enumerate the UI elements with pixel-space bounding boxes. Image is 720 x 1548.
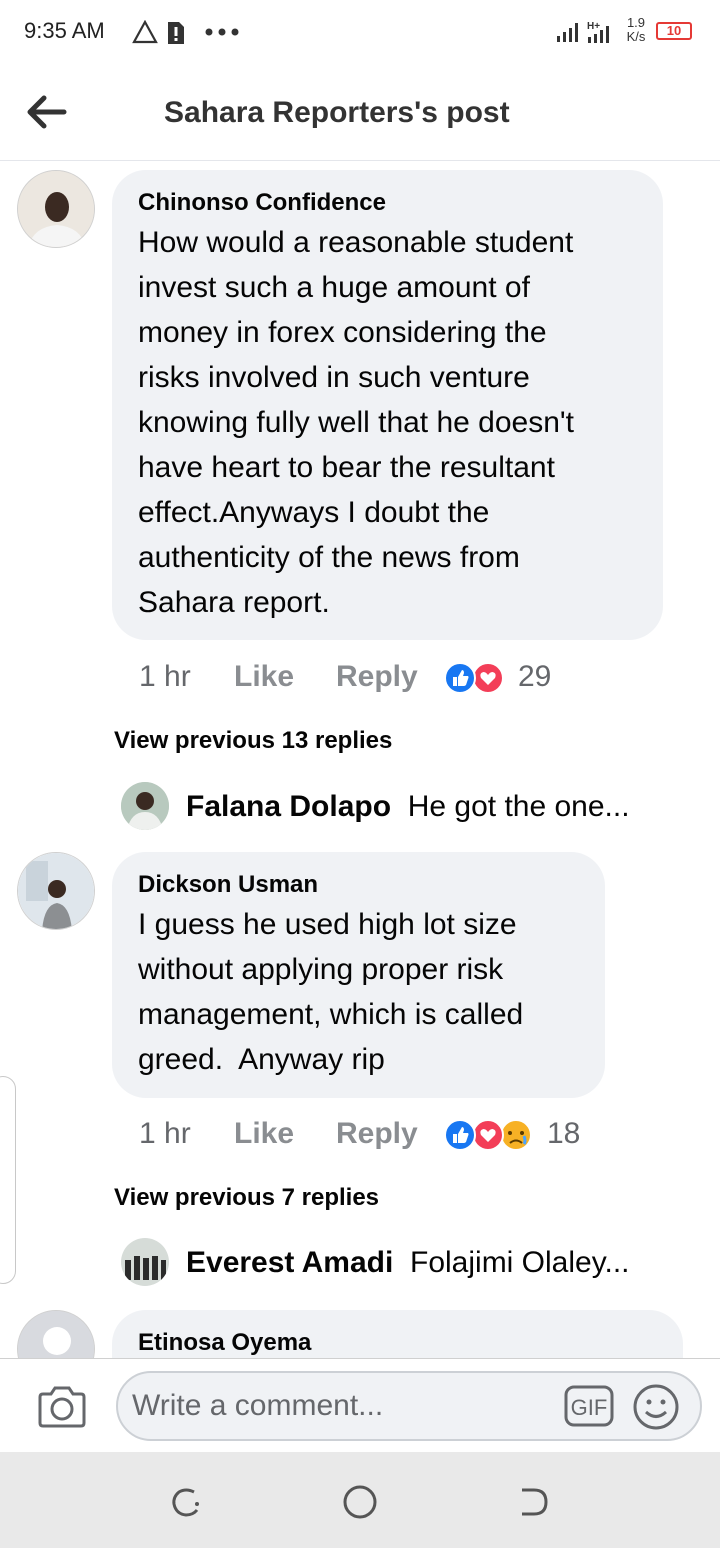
gif-icon: GIF [564, 1385, 614, 1427]
battery-icon: 10 [656, 22, 692, 40]
avatar[interactable] [17, 852, 95, 930]
page-title: Sahara Reporters's post [164, 96, 510, 129]
view-previous-replies[interactable]: View previous 7 replies [114, 1184, 379, 1212]
comment-input[interactable]: Write a comment... GIF [116, 1371, 702, 1441]
reaction-count[interactable]: 29 [518, 660, 551, 694]
comment-composer: Write a comment... GIF [0, 1358, 720, 1453]
back-nav-button[interactable] [514, 1482, 554, 1522]
like-button[interactable]: Like [234, 660, 294, 694]
warning-icon [132, 20, 158, 44]
camera-button[interactable] [36, 1385, 88, 1429]
status-bar: 9:35 AM H+ 1.9 K/s 10 [0, 0, 720, 64]
camera-icon [38, 1386, 86, 1428]
reply-preview[interactable]: Everest Amadi Folajimi Olaley... [186, 1246, 630, 1280]
profile-photo [121, 782, 169, 830]
system-nav-bar [0, 1452, 720, 1548]
comment-actions: 1 hr Like Reply 29 [0, 660, 720, 700]
reactions-icons[interactable] [442, 1117, 536, 1153]
signal-icon [557, 23, 578, 42]
gif-button[interactable]: GIF [564, 1385, 614, 1427]
comment-author[interactable]: Chinonso Confidence [138, 188, 637, 218]
comment-placeholder: Write a comment... [132, 1389, 384, 1422]
reply-author[interactable]: Falana Dolapo [186, 790, 391, 823]
more-dots-icon [205, 28, 239, 36]
view-previous-replies[interactable]: View previous 13 replies [114, 727, 392, 755]
reactions-icons[interactable] [442, 660, 506, 696]
avatar[interactable] [17, 170, 95, 248]
reply-preview[interactable]: Falana Dolapo He got the one... [186, 790, 630, 824]
profile-photo [121, 1238, 169, 1286]
reply-text: He got the one... [407, 790, 630, 823]
comment-time[interactable]: 1 hr [139, 660, 191, 694]
recent-apps-icon [172, 1488, 199, 1517]
reply-author[interactable]: Everest Amadi [186, 1246, 393, 1279]
app-header: Sahara Reporters's post [0, 64, 720, 161]
reply-button[interactable]: Reply [336, 660, 418, 694]
avatar[interactable] [121, 782, 169, 830]
avatar[interactable] [121, 1238, 169, 1286]
back-button[interactable] [24, 92, 68, 132]
network-speed-unit: K/s [626, 29, 646, 44]
network-speed: 1.9 K/s [622, 16, 650, 44]
comment-time[interactable]: 1 hr [139, 1117, 191, 1151]
reply-button[interactable]: Reply [336, 1117, 418, 1151]
sim-alert-icon [168, 22, 184, 44]
emoji-button[interactable] [632, 1383, 680, 1431]
comment-text: I guess he used high lot size without ap… [138, 908, 524, 1076]
network-speed-value: 1.9 [626, 15, 646, 30]
profile-photo [18, 171, 94, 247]
hplus-signal-icon: H+ [587, 21, 609, 43]
comment-bubble[interactable]: Dickson Usman I guess he used high lot s… [112, 852, 605, 1098]
back-nav-icon [522, 1488, 548, 1516]
like-button[interactable]: Like [234, 1117, 294, 1151]
home-circle-icon [343, 1485, 377, 1519]
comment-text: How would a reasonable student invest su… [138, 226, 574, 619]
comment-actions: 1 hr Like Reply 18 [0, 1117, 720, 1157]
reply-text: Folajimi Olaley... [410, 1246, 630, 1279]
comment-author[interactable]: Dickson Usman [138, 870, 579, 900]
comment-bubble[interactable]: Chinonso Confidence How would a reasonab… [112, 170, 663, 640]
side-edge-handle[interactable] [0, 1076, 16, 1284]
profile-photo [18, 853, 94, 929]
comment-author[interactable]: Etinosa Oyema [138, 1328, 657, 1358]
status-time: 9:35 AM [24, 18, 105, 43]
gif-label: GIF [571, 1395, 608, 1420]
recent-apps-button[interactable] [166, 1482, 206, 1522]
reaction-count[interactable]: 18 [547, 1117, 580, 1151]
home-button[interactable] [340, 1482, 380, 1522]
arrow-left-icon [27, 95, 67, 129]
svg-text:H+: H+ [587, 21, 600, 32]
emoji-icon [633, 1384, 679, 1430]
